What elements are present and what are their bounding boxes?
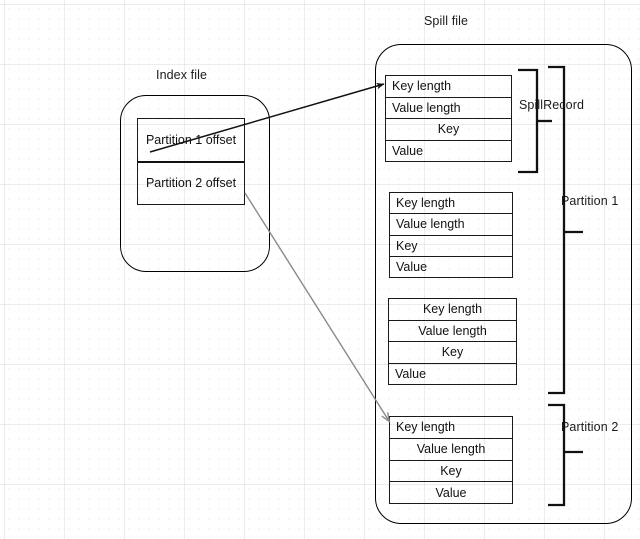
bracket-label-partition-1: Partition 1 <box>561 194 619 208</box>
record-4-value: Value <box>435 485 467 500</box>
record-4-key-length: Key length <box>390 417 512 439</box>
spill-record-3: Key length Value length Key Value <box>388 298 517 385</box>
record-1-value: Value <box>392 143 424 158</box>
bracket-label-spill-record: SpillRecord <box>519 98 585 112</box>
spill-file-title: Spill file <box>424 14 469 28</box>
record-2-value: Value <box>396 259 428 274</box>
spill-record-2: Key length Value length Key Value <box>389 192 513 278</box>
record-4-key: Key <box>390 461 512 483</box>
record-4-value-length: Value length <box>390 439 512 461</box>
record-1-value-length: Value length <box>386 98 511 119</box>
index-row-partition-2[interactable]: Partition 2 offset <box>138 163 244 205</box>
index-file-table: Partition 1 offset Partition 2 offset <box>137 118 245 205</box>
record-2-value-length: Value length <box>390 214 512 236</box>
record-2-key-length: Key length <box>390 193 512 215</box>
index-file-title: Index file <box>156 68 208 82</box>
spill-record-4: Key length Value length Key Value <box>389 416 513 504</box>
index-row-partition-1[interactable]: Partition 1 offset <box>138 119 244 163</box>
record-3-value-length: Value length <box>389 321 516 342</box>
record-3-value: Value <box>395 366 427 381</box>
record-3-key: Key <box>389 342 516 364</box>
diagram-canvas: Index file Spill file Partition 1 offset… <box>0 0 640 539</box>
record-3-key-length: Key length <box>389 299 516 321</box>
spill-record-1: Key length Value length Key Value <box>385 75 512 162</box>
record-1-key: Key <box>386 119 511 141</box>
record-2-key: Key <box>390 236 512 257</box>
record-1-key-length: Key length <box>386 76 511 98</box>
bracket-label-partition-2: Partition 2 <box>561 420 619 434</box>
